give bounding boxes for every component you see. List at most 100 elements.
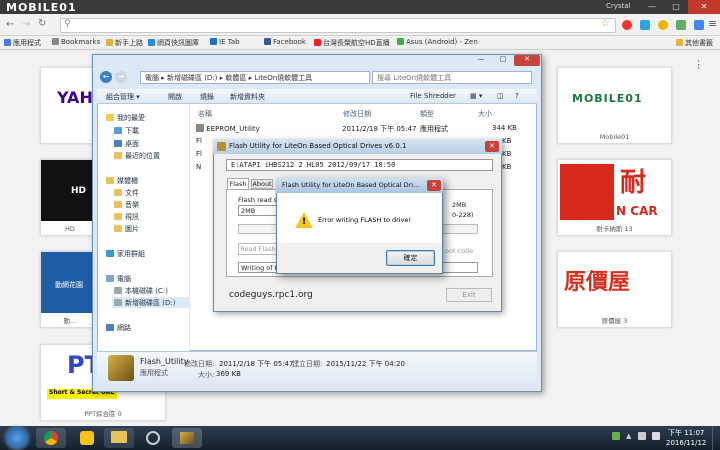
close-icon[interactable]: ✕ [427,180,441,191]
nav-label: 最近的位置 [125,152,160,160]
bookmark-webslice[interactable]: 網頁快訊圖庫 [148,38,199,48]
nav-computer[interactable]: 電腦 [106,274,131,284]
tray-expand-icon[interactable]: ▲ [626,432,631,440]
crumb-computer[interactable]: 電腦 [145,74,159,82]
exit-button[interactable]: Exit [446,288,492,302]
bookmark-evaair[interactable]: 台灣長榮航空HD直播 [314,38,390,48]
tab-about[interactable]: About [251,179,273,189]
file-name: Fl [196,150,202,158]
bookmark-asus[interactable]: Asus (Android) - Zen [397,38,478,46]
read-size-select[interactable]: 2MB [238,205,278,216]
nav-videos[interactable]: 視訊 [114,212,139,222]
breadcrumb[interactable]: 電腦 ▸ 新增磁碟區 (D:) ▸ 軟體區 ▸ LiteOn燒軟體工具 [140,71,370,84]
forward-icon[interactable]: → [115,71,127,83]
system-clock[interactable]: 下午 11:07 2016/11/12 [666,428,706,448]
tile-coolpc[interactable]: 原價屋 原價屋 3 [557,251,672,328]
network-icon[interactable] [638,432,646,440]
address-bar[interactable] [60,18,616,33]
taskbar-chrome[interactable] [36,428,66,448]
profile-name[interactable]: Crystal [606,2,631,10]
tray-icon[interactable] [612,432,620,440]
crumb-liteon[interactable]: LiteOn燒軟體工具 [254,74,312,82]
show-desktop-button[interactable] [712,426,720,450]
kebab-menu-icon[interactable]: ⋮ [693,58,704,71]
bookmark-ietab[interactable]: IE Tab [210,38,240,46]
extension-icon[interactable] [658,20,668,30]
minimize-icon[interactable]: — [640,0,664,14]
browser-tab-logo[interactable]: MOBILE01 [6,1,77,14]
tile-ncar[interactable]: 耐 N CAR 耐卡納斯 13 [557,159,672,236]
bookmark-facebook[interactable]: Facebook [264,38,306,46]
column-size[interactable]: 大小 [478,109,492,119]
crumb-drive[interactable]: 新增磁碟區 (D:) [167,74,217,82]
tile-dongwang[interactable]: 動網花園 動… [40,251,100,328]
maximize-icon[interactable]: □ [492,55,514,66]
open-button[interactable]: 開啟 [168,92,182,102]
crumb-software[interactable]: 軟體區 [225,74,246,82]
reload-icon[interactable]: ↻ [38,18,46,29]
burn-button[interactable]: 燒錄 [200,92,214,102]
bookmark-label: Facebook [273,38,306,46]
taskbar-explorer[interactable] [104,428,134,448]
tile-hd[interactable]: HD HD [40,159,100,236]
minimize-icon[interactable]: — [470,55,492,66]
view-options-icon[interactable]: ▦ ▾ [470,92,482,100]
nav-downloads[interactable]: 下載 [114,126,139,136]
extension-icon[interactable] [694,20,704,30]
drive-select[interactable]: E:ATAPI iHBS212 2 HL05 2012/09/17 10:50 [226,159,493,171]
file-size: 344 KB [492,124,517,132]
back-icon[interactable]: ← [100,71,112,83]
download-icon [114,127,122,134]
file-shredder-button[interactable]: File Shredder [410,92,456,100]
forward-icon[interactable]: → [22,19,30,30]
read-flash-button[interactable]: Read Flash [238,243,278,255]
column-date[interactable]: 修改日期 [343,109,371,119]
file-row[interactable]: EEPROM_Utility 2011/2/18 下午 05:47 應用程式 3… [196,124,518,133]
new-folder-button[interactable]: 新增資料夾 [230,92,265,102]
close-icon[interactable]: ✕ [688,0,720,14]
help-icon[interactable]: ? [515,92,519,100]
search-input[interactable] [372,71,532,84]
nav-network[interactable]: 網路 [106,323,131,333]
tile-caption: 動… [63,317,77,325]
tab-flash[interactable]: Flash [227,178,249,189]
extension-icon[interactable] [676,20,686,30]
taskbar-app[interactable] [72,428,102,448]
back-icon[interactable]: ← [6,19,14,30]
nav-pictures[interactable]: 圖片 [114,224,139,234]
close-icon[interactable]: ✕ [485,141,499,152]
bookmark-bookmarks[interactable]: Bookmarks [52,38,100,46]
bookmark-star-icon[interactable]: ☆ [601,18,610,29]
maximize-icon[interactable]: □ [664,0,688,14]
nav-label: 網路 [117,324,131,332]
details-created-label: 建立日期: [292,360,323,368]
menu-icon[interactable]: ≡ [708,17,717,30]
nav-drive-c[interactable]: 本機磁碟 (C:) [114,286,168,296]
tile-logo: HD [41,160,99,221]
volume-icon[interactable] [652,432,660,440]
nav-libraries[interactable]: 媒體櫃 [106,176,138,186]
other-bookmarks[interactable]: 其他書籤 [676,38,713,48]
close-icon[interactable]: ✕ [514,55,540,66]
site-link[interactable]: codeguys.rpc1.org [229,290,313,300]
bookmark-apps[interactable]: 應用程式 [4,38,41,48]
nav-desktop[interactable]: 桌面 [114,139,139,149]
nav-homegroup[interactable]: 家用群組 [106,249,145,259]
preview-pane-icon[interactable]: ◫ [497,92,504,100]
taskbar-tools[interactable] [138,428,168,448]
column-type[interactable]: 類型 [420,109,434,119]
extension-icon[interactable] [640,20,650,30]
ok-button[interactable]: 確定 [386,250,435,266]
extension-icon[interactable] [622,20,632,30]
nav-documents[interactable]: 文件 [114,188,139,198]
nav-music[interactable]: 音樂 [114,200,139,210]
tile-mobile01[interactable]: MOBILE01 Mobile01 [557,67,672,144]
nav-drive-d[interactable]: 新增磁碟區 (D:) [112,297,190,308]
bookmark-newbie[interactable]: 新手上路 [106,38,143,48]
organize-button[interactable]: 組合管理 ▾ [106,92,140,102]
start-button[interactable] [6,427,28,449]
taskbar-flash-utility[interactable] [172,428,202,448]
column-name[interactable]: 名稱 [198,109,212,119]
nav-recent[interactable]: 最近的位置 [114,151,160,161]
nav-favorites[interactable]: 我的最愛 [106,113,145,123]
